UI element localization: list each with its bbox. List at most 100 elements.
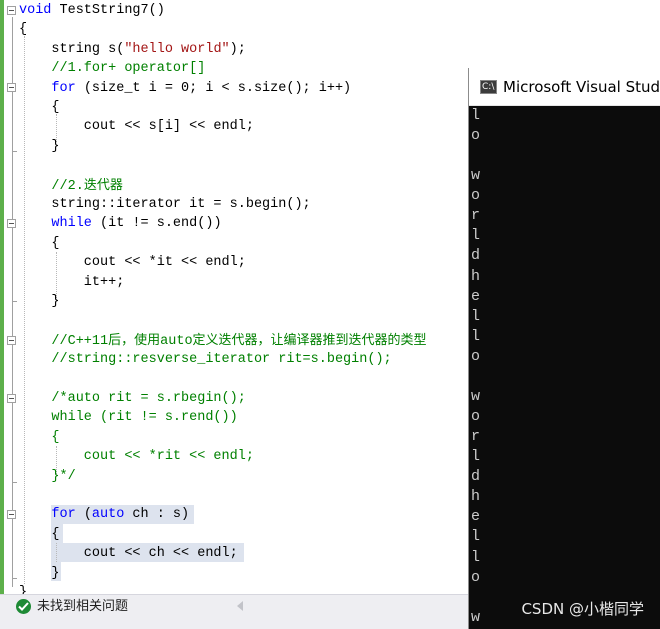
code-token: { — [19, 235, 60, 251]
code-token: (size_t i = 0; i < s.size(); i++) — [75, 80, 352, 96]
code-token: (it != s.end()) — [91, 216, 222, 232]
console-output-line: l — [471, 107, 481, 124]
code-line[interactable]: cout << *it << endl; — [19, 253, 246, 272]
code-line[interactable]: void TestString7() — [19, 1, 165, 20]
console-output-line: h — [471, 488, 481, 506]
code-line[interactable]: { — [19, 20, 27, 39]
code-line[interactable]: string s("hello world"); — [19, 40, 246, 59]
console-window[interactable]: C:\ Microsoft Visual Studio lo worldhell… — [468, 68, 660, 629]
code-token: } — [19, 294, 60, 309]
console-output-line: w — [471, 387, 481, 405]
console-output-line: o — [471, 127, 481, 145]
outline-tick — [12, 578, 17, 579]
code-line[interactable]: for (size_t i = 0; i < s.size(); i++) — [19, 79, 351, 98]
code-token: void — [19, 3, 52, 18]
issues-status-text[interactable]: 未找到相关问题 — [37, 598, 128, 616]
code-line[interactable]: { — [19, 98, 60, 117]
code-token: ch : s) — [124, 507, 190, 523]
console-app-icon: C:\ — [480, 80, 497, 94]
console-titlebar[interactable]: C:\ Microsoft Visual Studio — [469, 68, 660, 106]
code-token: /*auto rit = s.rbegin(); — [19, 391, 246, 406]
code-line[interactable]: it++; — [19, 273, 125, 292]
code-line[interactable]: //2.迭代器 — [19, 176, 123, 195]
collapse-icon[interactable] — [7, 83, 16, 92]
code-token: string::iterator it = s.begin(); — [19, 197, 311, 212]
code-line[interactable]: string::iterator it = s.begin(); — [19, 195, 311, 214]
code-token: cout << s[i] << endl; — [19, 119, 254, 135]
code-token: auto — [91, 507, 125, 523]
console-output-line: d — [471, 247, 481, 265]
check-circle-icon[interactable] — [16, 599, 31, 614]
code-token: while — [51, 216, 92, 232]
code-token: "hello world" — [124, 41, 230, 57]
collapse-icon[interactable] — [7, 6, 16, 15]
outline-tick — [12, 482, 17, 483]
code-token: //string::resverse_iterator rit=s.begin(… — [19, 352, 392, 368]
code-token: ); — [229, 41, 246, 57]
console-output-line: r — [471, 428, 481, 446]
code-token: TestString7() — [51, 3, 165, 18]
outlining-gutter — [4, 0, 19, 594]
code-token: auto — [160, 333, 193, 349]
outline-tick — [12, 151, 17, 152]
code-token: it++; — [19, 274, 125, 290]
code-token: string s( — [19, 41, 125, 57]
code-line[interactable]: cout << s[i] << endl; — [19, 117, 254, 136]
console-output-line: o — [471, 408, 481, 426]
code-token: //1.for+ operator[] — [19, 61, 206, 77]
watermark: CSDN @小楷同学 — [521, 600, 644, 618]
code-token: 后，使用 — [108, 332, 161, 348]
code-line[interactable]: { — [19, 428, 60, 447]
code-line[interactable]: { — [19, 234, 60, 253]
code-token: //C++11 — [19, 333, 109, 349]
code-line[interactable]: for (auto ch : s) — [19, 505, 189, 524]
code-token: { — [19, 22, 28, 38]
code-token: 迭代器 — [83, 177, 123, 193]
console-output-line: l — [471, 327, 481, 345]
console-output-line: o — [471, 568, 481, 586]
console-output-line: r — [471, 207, 481, 225]
console-output-line: o — [471, 187, 481, 205]
code-line[interactable]: cout << *rit << endl; — [19, 447, 254, 466]
code-line[interactable]: while (it != s.end()) — [19, 214, 222, 233]
collapse-icon[interactable] — [7, 510, 16, 519]
code-line[interactable]: //string::resverse_iterator rit=s.begin(… — [19, 350, 392, 369]
collapse-icon[interactable] — [7, 394, 16, 403]
code-token: while (rit != s.rend()) — [19, 410, 238, 426]
scroll-left-arrow-icon[interactable] — [237, 601, 243, 611]
console-output: lo worldhello worldhello w — [469, 106, 660, 629]
outline-tick — [12, 301, 17, 302]
code-token: for — [51, 507, 76, 523]
code-token: cout << ch << endl; — [19, 546, 238, 562]
code-line[interactable]: //C++11后，使用auto定义迭代器，让编译器推到迭代器的类型 — [19, 331, 427, 350]
code-line[interactable]: } — [19, 292, 60, 311]
collapse-icon[interactable] — [7, 219, 16, 228]
code-token: 定义迭代器，让编译器推到迭代器的类型 — [192, 332, 427, 348]
code-token: //2. — [19, 178, 84, 194]
code-token: ( — [75, 507, 92, 523]
code-line[interactable]: } — [19, 137, 59, 156]
console-output-line: w — [471, 167, 481, 185]
code-line[interactable]: //1.for+ operator[] — [19, 59, 205, 78]
code-line[interactable]: } — [19, 564, 60, 583]
console-output-line: w — [471, 608, 481, 626]
code-line[interactable]: /*auto rit = s.rbegin(); — [19, 389, 246, 408]
code-token: { — [19, 429, 60, 445]
collapse-icon[interactable] — [7, 336, 16, 345]
console-output-line: l — [471, 548, 481, 566]
console-output-line: l — [471, 448, 481, 466]
code-token: } — [19, 565, 60, 581]
code-line[interactable]: cout << ch << endl; — [19, 544, 238, 563]
code-line[interactable]: { — [19, 525, 59, 544]
console-output-line: l — [471, 227, 481, 245]
code-line[interactable]: while (rit != s.rend()) — [19, 408, 238, 427]
code-token: { — [19, 100, 60, 115]
console-output-line: e — [471, 287, 481, 305]
console-output-line: h — [471, 267, 481, 285]
code-line[interactable]: }*/ — [19, 467, 75, 486]
console-output-line: d — [471, 468, 481, 486]
console-output-line: l — [471, 528, 481, 546]
